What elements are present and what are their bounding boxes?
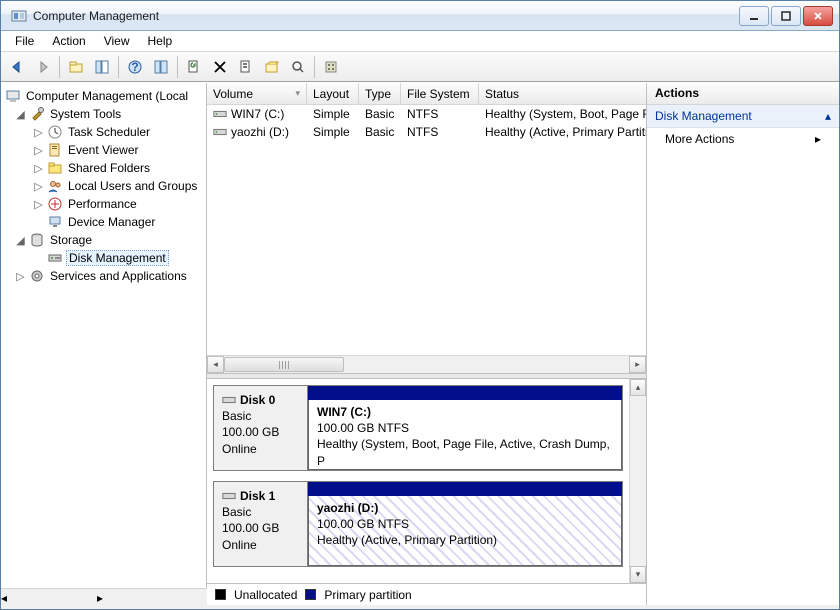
disk-partition[interactable]: WIN7 (C:)100.00 GB NTFSHealthy (System, …: [308, 386, 622, 470]
legend-primary-label: Primary partition: [324, 588, 411, 602]
minimize-button[interactable]: [739, 6, 769, 26]
menu-file[interactable]: File: [7, 32, 42, 50]
col-filesystem[interactable]: File System: [401, 83, 479, 104]
show-hide-tree-button[interactable]: [90, 55, 114, 79]
col-status[interactable]: Status: [479, 83, 646, 104]
scroll-up-icon[interactable]: ▴: [630, 379, 646, 396]
expand-icon[interactable]: ▷: [15, 270, 26, 283]
tree-event-viewer[interactable]: ▷ Event Viewer: [3, 141, 204, 159]
expand-icon[interactable]: ▷: [33, 126, 44, 139]
settings-button[interactable]: [234, 55, 258, 79]
disk-info: Disk 0Basic100.00 GBOnline: [214, 386, 308, 470]
menu-action[interactable]: Action: [44, 32, 93, 50]
tree-task-scheduler[interactable]: ▷ Task Scheduler: [3, 123, 204, 141]
titlebar: Computer Management: [1, 1, 839, 31]
properties-button[interactable]: [149, 55, 173, 79]
expand-icon[interactable]: ▷: [33, 144, 44, 157]
scroll-right-icon[interactable]: ▸: [97, 591, 103, 605]
submenu-arrow-icon: ▸: [815, 132, 821, 146]
tree-hscroll[interactable]: ◂ ▸: [1, 588, 207, 606]
tree-disk-management[interactable]: ▷ Disk Management: [3, 249, 204, 267]
tree-storage[interactable]: ◢ Storage: [3, 231, 204, 249]
volume-hscroll[interactable]: ◂ ▸: [207, 355, 646, 373]
tree-services-apps[interactable]: ▷ Services and Applications: [3, 267, 204, 285]
refresh-button[interactable]: [182, 55, 206, 79]
content: Computer Management (Local ◢ System Tool…: [1, 82, 839, 605]
volume-list-header: Volume▾ Layout Type File System Status: [207, 83, 646, 105]
collapse-icon[interactable]: ◢: [15, 108, 26, 121]
disk-block[interactable]: Disk 1Basic100.00 GBOnlineyaozhi (D:)100…: [213, 481, 623, 567]
tree-shared-folders[interactable]: ▷ Shared Folders: [3, 159, 204, 177]
disk-graphical-view: Disk 0Basic100.00 GBOnlineWIN7 (C:)100.0…: [207, 379, 646, 583]
event-icon: [47, 142, 63, 158]
window-title: Computer Management: [33, 9, 739, 23]
volume-list: WIN7 (C:)SimpleBasicNTFSHealthy (System,…: [207, 105, 646, 355]
scroll-right-icon[interactable]: ▸: [629, 356, 646, 373]
disk-icon: [222, 490, 236, 502]
storage-icon: [29, 232, 45, 248]
col-layout[interactable]: Layout: [307, 83, 359, 104]
volume-row[interactable]: yaozhi (D:)SimpleBasicNTFSHealthy (Activ…: [207, 123, 646, 141]
scroll-thumb[interactable]: [224, 357, 344, 372]
open-button[interactable]: [260, 55, 284, 79]
collapse-arrow-icon: ▴: [825, 109, 831, 123]
actions-header: Actions: [647, 83, 839, 105]
actions-pane: Actions Disk Management ▴ More Actions ▸: [647, 83, 839, 605]
performance-icon: [47, 196, 63, 212]
disk-partition[interactable]: yaozhi (D:)100.00 GB NTFSHealthy (Active…: [308, 482, 622, 566]
expand-icon[interactable]: ▷: [33, 162, 44, 175]
maximize-button[interactable]: [771, 6, 801, 26]
legend-unallocated-label: Unallocated: [234, 588, 297, 602]
actions-more[interactable]: More Actions ▸: [647, 128, 839, 150]
nav-tree: Computer Management (Local ◢ System Tool…: [1, 83, 207, 605]
forward-button[interactable]: [31, 55, 55, 79]
computer-icon: [5, 88, 21, 104]
tree-root[interactable]: Computer Management (Local: [3, 87, 204, 105]
legend-primary-swatch: [305, 589, 316, 600]
menu-help[interactable]: Help: [140, 32, 181, 50]
find-button[interactable]: [286, 55, 310, 79]
expand-icon[interactable]: ▷: [33, 180, 44, 193]
drive-icon: [213, 108, 227, 120]
users-icon: [47, 178, 63, 194]
scroll-left-icon[interactable]: ◂: [207, 356, 224, 373]
legend: Unallocated Primary partition: [207, 583, 646, 605]
back-button[interactable]: [5, 55, 29, 79]
tree-device-manager[interactable]: ▷ Device Manager: [3, 213, 204, 231]
disk-vscroll[interactable]: ▴ ▾: [629, 379, 646, 583]
legend-unallocated-swatch: [215, 589, 226, 600]
volume-row[interactable]: WIN7 (C:)SimpleBasicNTFSHealthy (System,…: [207, 105, 646, 123]
extra-button[interactable]: [319, 55, 343, 79]
disk-icon: [222, 394, 236, 406]
toolbar: ?: [1, 52, 839, 82]
device-icon: [47, 214, 63, 230]
tree-system-tools[interactable]: ◢ System Tools: [3, 105, 204, 123]
actions-section-title[interactable]: Disk Management ▴: [647, 105, 839, 128]
tree-local-users[interactable]: ▷ Local Users and Groups: [3, 177, 204, 195]
help-button[interactable]: ?: [123, 55, 147, 79]
scroll-down-icon[interactable]: ▾: [630, 566, 646, 583]
tree-performance[interactable]: ▷ Performance: [3, 195, 204, 213]
disk-icon: [47, 250, 63, 266]
collapse-icon[interactable]: ◢: [15, 234, 26, 247]
menu-view[interactable]: View: [96, 32, 138, 50]
tools-icon: [29, 106, 45, 122]
drive-icon: [213, 126, 227, 138]
app-icon: [11, 8, 27, 24]
disk-block[interactable]: Disk 0Basic100.00 GBOnlineWIN7 (C:)100.0…: [213, 385, 623, 471]
disk-info: Disk 1Basic100.00 GBOnline: [214, 482, 308, 566]
svg-text:?: ?: [131, 60, 138, 74]
shared-folder-icon: [47, 160, 63, 176]
services-icon: [29, 268, 45, 284]
center-pane: Volume▾ Layout Type File System Status W…: [207, 83, 647, 605]
delete-button[interactable]: [208, 55, 232, 79]
expand-icon[interactable]: ▷: [33, 198, 44, 211]
clock-icon: [47, 124, 63, 140]
close-button[interactable]: [803, 6, 833, 26]
menubar: File Action View Help: [1, 31, 839, 52]
scroll-left-icon[interactable]: ◂: [1, 591, 7, 605]
col-volume[interactable]: Volume▾: [207, 83, 307, 104]
up-button[interactable]: [64, 55, 88, 79]
col-type[interactable]: Type: [359, 83, 401, 104]
